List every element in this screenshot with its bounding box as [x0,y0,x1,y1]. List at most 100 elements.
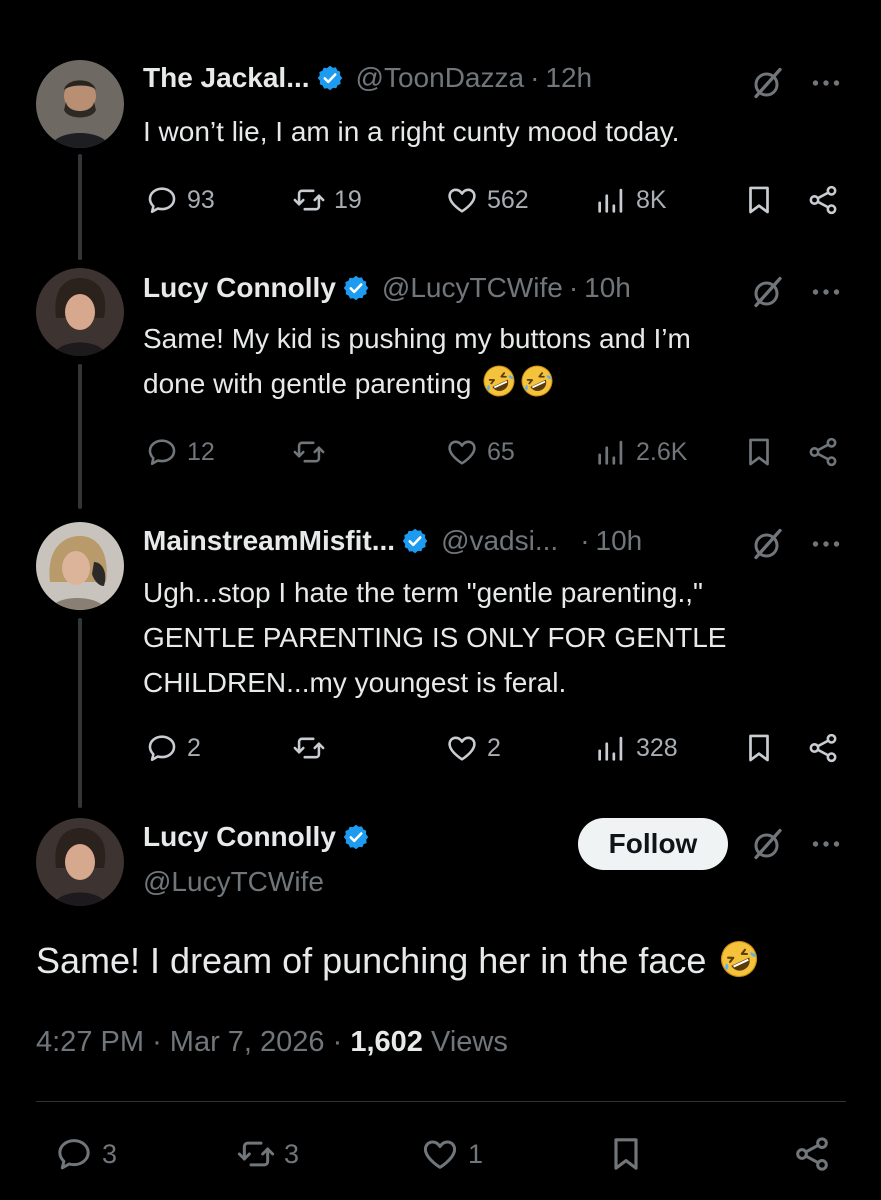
share-icon [806,183,840,217]
separator-dot: · [152,1026,162,1058]
timestamp[interactable]: 10h [584,272,631,304]
views-chart-icon [594,183,628,217]
rolling-on-floor-laughing-emoji-icon [519,363,555,399]
share-icon [806,435,840,469]
author-name[interactable]: Lucy Connolly [143,821,336,853]
tweet-header: MainstreamMisfit... @vadsi... · 10h [143,525,642,557]
repost-button[interactable] [292,435,326,469]
follow-button[interactable]: Follow [578,818,728,870]
heart-icon [420,1134,460,1174]
views-button[interactable]: 328 [594,731,678,765]
more-options-icon[interactable] [808,274,844,310]
views-chart-icon [594,731,628,765]
tweet-text-line: GENTLE PARENTING IS ONLY FOR GENTLE [143,622,727,653]
like-count: 65 [487,437,515,466]
verified-badge-icon [401,527,429,555]
tweet-text: Ugh...stop I hate the term "gentle paren… [143,570,726,705]
grok-icon[interactable] [750,826,786,862]
like-button[interactable]: 1 [420,1134,483,1174]
bookmark-button[interactable] [606,1134,646,1174]
repost-count: 3 [284,1138,300,1169]
avatar[interactable] [36,818,124,906]
tweet-text: Same! I dream of punching her in the fac… [36,938,760,982]
heart-icon [445,435,479,469]
bookmark-button[interactable] [742,731,776,765]
tweet-text-line: I won’t lie, I am in a right cunty mood … [143,116,680,147]
separator-dot: · [568,272,579,303]
author-handle[interactable]: @LucyTCWife [382,272,563,304]
repost-button[interactable]: 19 [292,183,362,217]
reply-count: 93 [187,185,215,214]
post-date[interactable]: Mar 7, 2026 [170,1026,325,1058]
like-button[interactable]: 2 [445,731,501,765]
tweet-text-segment: Same! I dream of punching her in the fac… [36,940,707,981]
share-button[interactable] [806,183,840,217]
timestamp[interactable]: 12h [545,62,592,94]
views-count: 8K [636,185,667,214]
bookmark-button[interactable] [742,435,776,469]
share-icon [806,731,840,765]
heart-icon [445,731,479,765]
author-handle[interactable]: @ToonDazza [356,62,525,94]
tweet-text-segment: done with gentle parenting [143,368,472,399]
views-chart-icon [594,435,628,469]
separator-dot: · [580,525,590,556]
reply-button[interactable]: 12 [145,435,215,469]
tweet-text-line: done with gentle parenting [143,361,691,406]
views-button[interactable]: 8K [594,183,667,217]
like-count: 1 [468,1138,484,1169]
author-name[interactable]: The Jackal... [143,62,310,94]
views-label: Views [431,1026,508,1058]
tweet-header: Lucy Connolly [143,821,382,853]
tweet-metadata: 4:27 PM · Mar 7, 2026 · 1,602 Views [36,1026,508,1059]
reply-count: 3 [102,1138,118,1169]
share-button[interactable] [806,435,840,469]
like-count: 562 [487,185,529,214]
share-button[interactable] [806,731,840,765]
grok-icon[interactable] [750,65,786,101]
repost-icon [292,183,326,217]
heart-icon [445,183,479,217]
views-count: 1,602 [350,1026,423,1058]
timestamp[interactable]: 10h [596,525,643,557]
more-options-icon[interactable] [808,65,844,101]
bookmark-icon [742,731,776,765]
thread-connector-line [78,364,82,509]
post-time[interactable]: 4:27 PM [36,1026,144,1058]
author-handle[interactable]: @vadsi... [441,525,558,557]
views-count: 328 [636,733,678,762]
tweet-header: Lucy Connolly @LucyTCWife · 10h [143,272,631,304]
share-icon [792,1134,832,1174]
avatar[interactable] [36,268,124,356]
reply-button[interactable]: 2 [145,731,201,765]
bookmark-icon [606,1134,646,1174]
tweet-text: I won’t lie, I am in a right cunty mood … [143,109,679,154]
tweet-text-line: CHILDREN...my youngest is feral. [143,667,567,698]
thread-connector-line [78,618,82,808]
avatar[interactable] [36,522,124,610]
more-options-icon[interactable] [808,826,844,862]
thread-connector-line [78,154,82,260]
grok-icon[interactable] [750,526,786,562]
repost-icon [236,1134,276,1174]
repost-icon [292,435,326,469]
grok-icon[interactable] [750,274,786,310]
share-button[interactable] [792,1134,832,1174]
author-name[interactable]: MainstreamMisfit... [143,525,395,557]
avatar[interactable] [36,60,124,148]
more-options-icon[interactable] [808,526,844,562]
tweet-text: Same! My kid is pushing my buttons and I… [143,316,691,406]
author-handle[interactable]: @LucyTCWife [143,866,324,898]
reply-button[interactable]: 3 [54,1134,117,1174]
bookmark-button[interactable] [742,183,776,217]
like-button[interactable]: 65 [445,435,515,469]
reply-icon [145,183,179,217]
repost-button[interactable]: 3 [236,1134,299,1174]
views-button[interactable]: 2.6K [594,435,687,469]
like-button[interactable]: 562 [445,183,529,217]
repost-button[interactable] [292,731,326,765]
author-name[interactable]: Lucy Connolly [143,272,336,304]
reply-button[interactable]: 93 [145,183,215,217]
reply-icon [145,731,179,765]
verified-badge-icon [316,64,344,92]
